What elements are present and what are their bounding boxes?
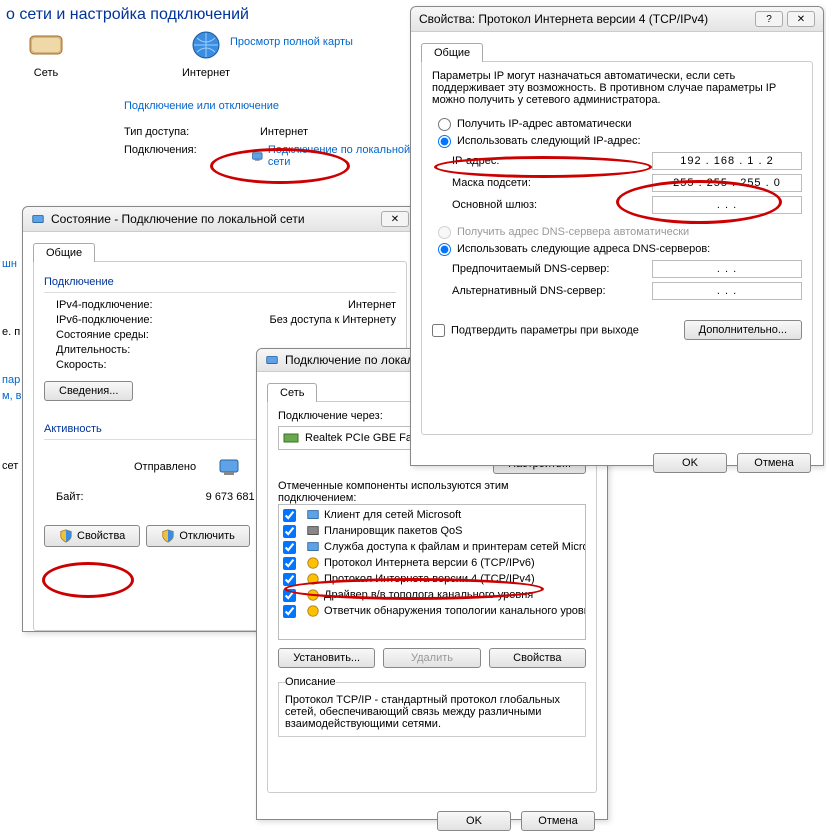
driver-icon [306,588,320,602]
components-list[interactable]: Клиент для сетей Microsoft Планировщик п… [278,504,586,640]
lan-connection-link[interactable]: Подключение по локальной сети [251,144,420,168]
duration-label: Длительность: [56,344,130,356]
ipv6-icon [306,556,320,570]
description-text: Протокол TCP/IP - стандартный протокол г… [285,694,579,730]
network-map-pc-label: Сеть [16,67,76,79]
responder-icon [306,604,320,618]
disable-button[interactable]: Отключить [146,525,250,547]
tab-network[interactable]: Сеть [267,383,317,402]
network-map-pc[interactable]: Сеть [16,30,76,79]
network-icon [251,149,264,163]
cancel-button[interactable]: Отмена [737,453,811,473]
adapter-icon [283,431,299,445]
fileshare-icon [306,540,320,554]
tab-general[interactable]: Общие [421,43,483,62]
install-button[interactable]: Установить... [278,648,375,668]
speed-label: Скорость: [56,359,107,371]
component-checkbox[interactable] [283,605,296,618]
tab-general[interactable]: Общие [33,243,95,262]
side-text: м, в [2,390,22,402]
window-title: Свойства: Протокол Интернета версии 4 (T… [419,12,751,26]
subnet-mask-label: Маска подсети: [452,177,652,189]
access-type-label: Тип доступа: [124,126,220,138]
media-label: Состояние среды: [56,329,149,341]
ipv4-value: Интернет [348,299,396,311]
cancel-button[interactable]: Отмена [521,811,595,831]
network-icon [31,212,45,226]
shield-icon [59,529,73,543]
connection-section: Подключение [44,276,396,288]
dns2-input[interactable]: . . . [652,282,802,300]
auto-ip-radio[interactable]: Получить IP-адрес автоматически [438,118,631,130]
page-title: о сети и настройка подключений [0,0,420,30]
side-text: пар [2,374,20,386]
properties-button[interactable]: Свойства [44,525,140,547]
sent-label: Отправлено [134,461,196,473]
ok-button[interactable]: OK [437,811,511,831]
view-full-map-link[interactable]: Просмотр полной карты [230,36,353,48]
uninstall-button: Удалить [383,648,480,668]
gateway-label: Основной шлюз: [452,199,652,211]
network-map: Сеть Интернет [0,30,420,79]
bytes-label: Байт: [56,491,84,503]
qos-icon [306,524,320,538]
network-icon [265,353,279,367]
dns1-label: Предпочитаемый DNS-сервер: [452,263,652,275]
network-map-internet[interactable]: Интернет [176,30,236,79]
access-type-value: Интернет [260,126,308,138]
component-properties-button[interactable]: Свойства [489,648,586,668]
ipv6-value: Без доступа к Интернету [269,314,396,326]
components-label: Отмеченные компоненты используются этим … [278,480,586,504]
ipv4-icon [306,572,320,586]
ip-address-label: IP-адрес: [452,155,652,167]
component-checkbox[interactable] [283,573,296,586]
auto-dns-radio: Получить адрес DNS-сервера автоматически [438,226,689,238]
advanced-button[interactable]: Дополнительно... [684,320,802,340]
close-button[interactable]: ✕ [381,211,409,227]
ipv4-properties-window: Свойства: Протокол Интернета версии 4 (T… [410,6,824,466]
client-icon [306,508,320,522]
help-button[interactable]: ? [755,11,783,27]
side-text: е. п [2,326,20,338]
dns1-input[interactable]: . . . [652,260,802,278]
description-label: Описание [285,676,336,688]
intro-text: Параметры IP могут назначаться автоматич… [432,70,802,106]
component-checkbox[interactable] [283,589,296,602]
ok-button[interactable]: OK [653,453,727,473]
confirm-exit-checkbox[interactable]: Подтвердить параметры при выходе [432,324,639,337]
activity-icon [216,454,242,480]
side-text: шн [2,258,17,270]
component-checkbox[interactable] [283,557,296,570]
gateway-input[interactable]: . . . [652,196,802,214]
network-map-internet-label: Интернет [176,67,236,79]
use-ip-radio[interactable]: Использовать следующий IP-адрес: [438,135,641,147]
component-checkbox[interactable] [283,541,296,554]
subnet-mask-input[interactable]: 255 . 255 . 255 . 0 [652,174,802,192]
details-button[interactable]: Сведения... [44,381,133,401]
connect-disconnect-link[interactable]: Подключение или отключение [124,100,279,112]
connections-label: Подключения: [124,144,211,168]
component-checkbox[interactable] [283,509,296,522]
shield-icon [161,529,175,543]
ipv4-label: IPv4-подключение: [56,299,153,311]
side-text: сет [2,460,18,472]
ip-address-input[interactable]: 192 . 168 . 1 . 2 [652,152,802,170]
component-checkbox[interactable] [283,525,296,538]
dns2-label: Альтернативный DNS-сервер: [452,285,652,297]
window-title: Состояние - Подключение по локальной сет… [51,212,377,226]
close-button[interactable]: ✕ [787,11,815,27]
ipv6-label: IPv6-подключение: [56,314,153,326]
use-dns-radio[interactable]: Использовать следующие адреса DNS-сервер… [438,243,710,255]
